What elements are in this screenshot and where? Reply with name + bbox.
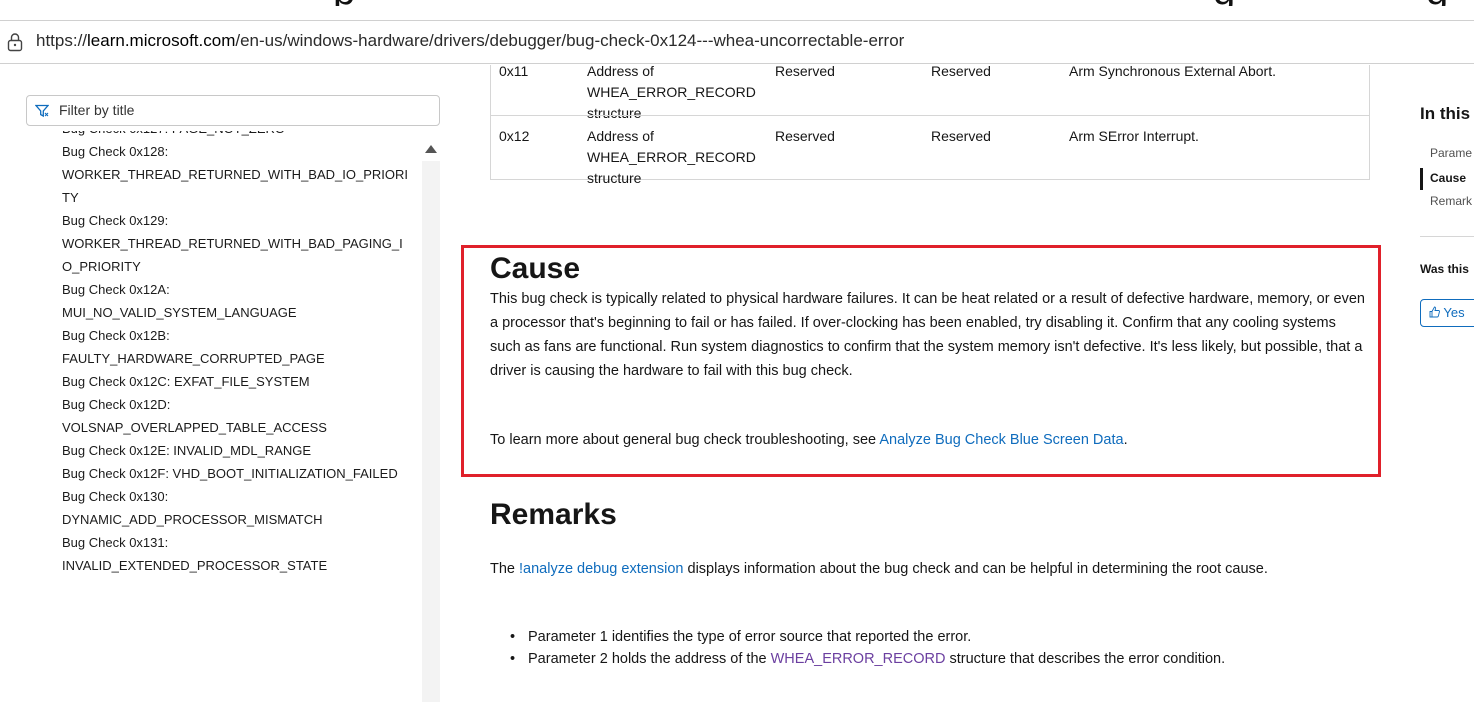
toc-item[interactable]: O_PRIORITY (62, 255, 422, 278)
cause-heading: Cause (490, 252, 581, 285)
table-cell: Reserved (775, 63, 835, 79)
remarks-prefix: The (490, 561, 520, 577)
table-cell: Reserved (931, 128, 991, 144)
table-row: 0x12 Address of WHEA_ERROR_RECORD struct… (491, 115, 1369, 186)
in-this-article-title: In this (1420, 104, 1471, 123)
remarks-heading: Remarks (490, 498, 617, 531)
learn-more-text: To learn more about general bug check tr… (490, 432, 1128, 448)
table-cell: 0x12 (499, 128, 530, 144)
toc-item[interactable]: WORKER_THREAD_RETURNED_WITH_BAD_IO_PRIOR… (62, 163, 422, 186)
toc-item[interactable]: Bug Check 0x12A: (62, 278, 422, 301)
cropped-page-title: p g g (0, 0, 1474, 6)
rail-link-cause[interactable]: Cause (1430, 171, 1466, 185)
yes-button[interactable]: Yes (1420, 299, 1474, 327)
title-fragment: g (1426, 0, 1448, 6)
toc-item[interactable]: Bug Check 0x129: (62, 209, 422, 232)
toc-item[interactable]: INVALID_EXTENDED_PROCESSOR_STATE (62, 554, 422, 577)
remarks-suffix: displays information about the bug check… (683, 561, 1268, 577)
toc-item[interactable]: Bug Check 0x130: (62, 485, 422, 508)
rail-divider (1420, 236, 1474, 237)
scroll-up-arrow-icon[interactable] (425, 145, 437, 153)
title-fragment: p (333, 0, 355, 6)
table-cell: Arm SError Interrupt. (1069, 128, 1199, 144)
filter-placeholder: Filter by title (59, 102, 135, 118)
bullet-prefix: Parameter 2 holds the address of the (528, 651, 771, 667)
toc-sidebar: Filter by title Bug Check 0x127: PAGE_NO… (0, 65, 440, 702)
list-item: Parameter 2 holds the address of the WHE… (510, 648, 1390, 670)
thumbs-up-icon (1429, 306, 1440, 318)
learn-more-suffix: . (1123, 432, 1128, 448)
analyze-bug-check-link[interactable]: Analyze Bug Check Blue Screen Data (879, 432, 1123, 448)
filter-input[interactable]: Filter by title (26, 95, 440, 126)
parameter-table: 0x11 Address of WHEA_ERROR_RECORD struct… (490, 63, 1370, 186)
toc-item[interactable]: Bug Check 0x12D: (62, 393, 422, 416)
toc-item[interactable]: Bug Check 0x12F: VHD_BOOT_INITIALIZATION… (62, 462, 422, 485)
toc-item[interactable]: Bug Check 0x127: PAGE_NOT_ZERO (62, 131, 422, 140)
toc-item[interactable]: MUI_NO_VALID_SYSTEM_LANGUAGE (62, 301, 422, 324)
rail-link-parameters[interactable]: Parame (1430, 146, 1472, 160)
rail-active-indicator (1420, 168, 1423, 190)
toc-item[interactable]: DYNAMIC_ADD_PROCESSOR_MISMATCH (62, 508, 422, 531)
whea-error-record-link[interactable]: WHEA_ERROR_RECORD (771, 651, 946, 667)
filter-icon (35, 104, 49, 118)
yes-label: Yes (1443, 305, 1465, 320)
toc-item[interactable]: FAULTY_HARDWARE_CORRUPTED_PAGE (62, 347, 422, 370)
toc-item[interactable]: Bug Check 0x12E: INVALID_MDL_RANGE (62, 439, 422, 462)
remarks-bullet-list: Parameter 1 identifies the type of error… (510, 626, 1390, 670)
bullet-suffix: structure that describes the error condi… (945, 651, 1226, 667)
toc-item[interactable]: Bug Check 0x12C: EXFAT_FILE_SYSTEM (62, 370, 422, 393)
analyze-extension-link[interactable]: !analyze debug extension (519, 561, 683, 577)
toc-item[interactable]: TY (62, 186, 422, 209)
table-cell: Address of WHEA_ERROR_RECORD structure (587, 128, 756, 186)
lock-icon[interactable] (6, 32, 24, 52)
title-fragment: g (1213, 0, 1235, 6)
table-cell: Reserved (931, 63, 991, 79)
table-row: 0x11 Address of WHEA_ERROR_RECORD struct… (491, 51, 1369, 121)
toc-item[interactable]: VOLSNAP_OVERLAPPED_TABLE_ACCESS (62, 416, 422, 439)
list-item: Parameter 1 identifies the type of error… (510, 626, 1390, 648)
learn-more-prefix: To learn more about general bug check tr… (490, 432, 880, 448)
table-cell: Reserved (775, 128, 835, 144)
toc-item[interactable]: WORKER_THREAD_RETURNED_WITH_BAD_PAGING_I (62, 232, 422, 255)
remarks-paragraph: The !analyze debug extension displays in… (490, 558, 1370, 580)
toc-item[interactable]: Bug Check 0x12B: (62, 324, 422, 347)
rail-link-remarks[interactable]: Remark (1430, 194, 1472, 208)
url-scheme: https:// (36, 31, 88, 50)
feedback-question: Was this (1420, 262, 1469, 276)
toc-item[interactable]: Bug Check 0x128: (62, 140, 422, 163)
table-cell: 0x11 (499, 63, 529, 79)
url-host: learn.microsoft.com (87, 31, 236, 50)
toc-list: Bug Check 0x127: PAGE_NOT_ZERO Bug Check… (62, 131, 422, 691)
sidebar-scrollbar[interactable] (422, 161, 440, 702)
toc-item[interactable]: Bug Check 0x131: (62, 531, 422, 554)
table-cell: Arm Synchronous External Abort. (1069, 63, 1276, 79)
url-text[interactable]: https://learn.microsoft.com/en-us/window… (36, 31, 904, 51)
url-path: /en-us/windows-hardware/drivers/debugger… (235, 31, 905, 50)
cause-paragraph: This bug check is typically related to p… (490, 291, 1365, 379)
